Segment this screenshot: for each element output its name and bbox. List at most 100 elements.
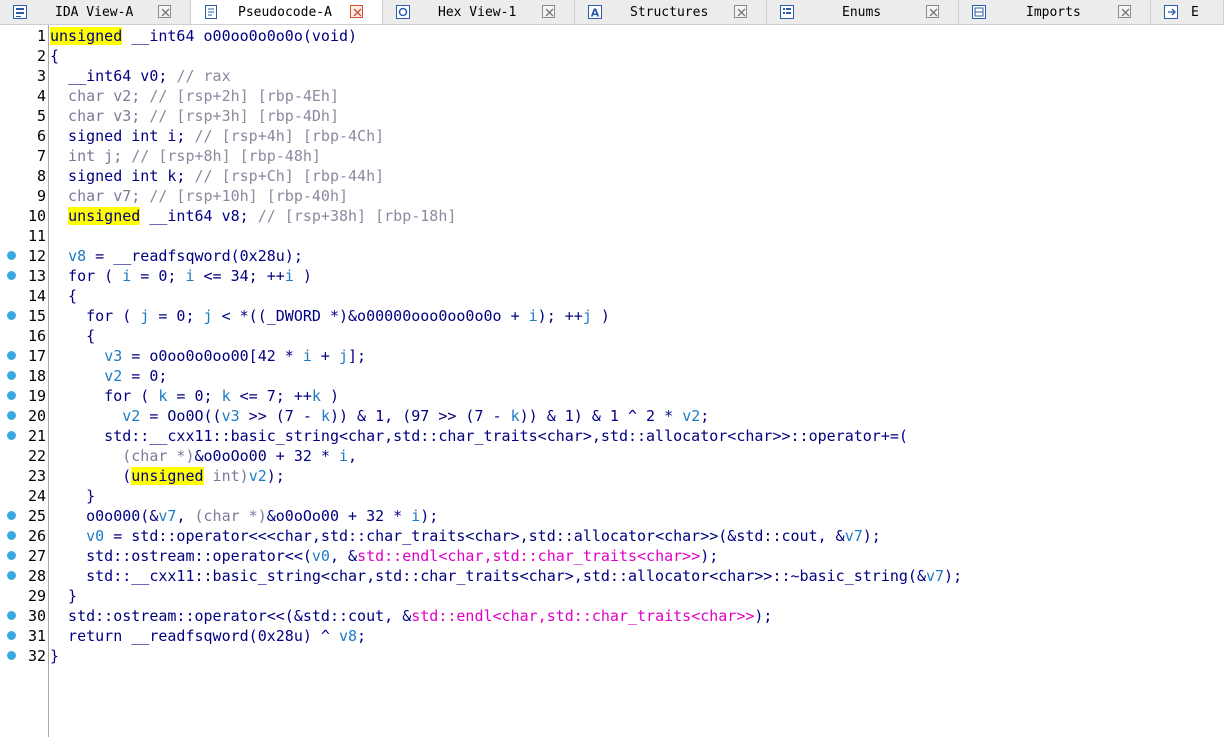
gutter-row[interactable]: 23 — [0, 466, 48, 486]
code-line[interactable]: (char *)&o0oOo00 + 32 * i, — [49, 446, 1224, 466]
gutter-row[interactable]: 32 — [0, 646, 48, 666]
variable-token[interactable]: i — [339, 447, 348, 465]
breakpoint-marker-icon[interactable] — [7, 371, 16, 380]
gutter-row[interactable]: 27 — [0, 546, 48, 566]
variable-token[interactable]: v2 — [104, 367, 122, 385]
gutter-row[interactable]: 1 — [0, 26, 48, 46]
gutter-row[interactable]: 29 — [0, 586, 48, 606]
gutter-row[interactable]: 14 — [0, 286, 48, 306]
gutter-row[interactable]: 9 — [0, 186, 48, 206]
tab-imports[interactable]: Imports — [959, 0, 1151, 24]
breakpoint-marker-icon[interactable] — [7, 651, 16, 660]
variable-token[interactable]: j — [583, 307, 592, 325]
breakpoint-marker-icon[interactable] — [7, 511, 16, 520]
breakpoint-marker-icon[interactable] — [7, 551, 16, 560]
gutter-row[interactable]: 19 — [0, 386, 48, 406]
variable-token[interactable]: i — [303, 347, 312, 365]
close-icon[interactable] — [542, 5, 555, 18]
gutter-row[interactable]: 12 — [0, 246, 48, 266]
variable-token[interactable]: v2 — [122, 407, 140, 425]
code-line[interactable]: char v3; // [rsp+3h] [rbp-4Dh] — [49, 106, 1224, 126]
code-line[interactable]: for ( j = 0; j < *((_DWORD *)&o00000ooo0… — [49, 306, 1224, 326]
close-icon[interactable] — [158, 5, 171, 18]
code-line[interactable]: v8 = __readfsqword(0x28u); — [49, 246, 1224, 266]
highlighted-token[interactable]: unsigned — [131, 467, 204, 485]
code-line[interactable]: return __readfsqword(0x28u) ^ v8; — [49, 626, 1224, 646]
variable-token[interactable]: v2 — [682, 407, 700, 425]
breakpoint-marker-icon[interactable] — [7, 271, 16, 280]
gutter-row[interactable]: 24 — [0, 486, 48, 506]
code-line[interactable]: o0o000(&v7, (char *)&o0oOo00 + 32 * i); — [49, 506, 1224, 526]
variable-token[interactable]: v0 — [86, 527, 104, 545]
gutter-row[interactable]: 4 — [0, 86, 48, 106]
breakpoint-marker-icon[interactable] — [7, 411, 16, 420]
gutter-row[interactable]: 18 — [0, 366, 48, 386]
variable-token[interactable]: v8 — [339, 627, 357, 645]
code-line[interactable]: std::ostream::operator<<(&std::cout, &st… — [49, 606, 1224, 626]
breakpoint-marker-icon[interactable] — [7, 431, 16, 440]
gutter-row[interactable]: 20 — [0, 406, 48, 426]
code-line[interactable]: std::__cxx11::basic_string<char,std::cha… — [49, 426, 1224, 446]
code-line[interactable]: v0 = std::operator<<<char,std::char_trai… — [49, 526, 1224, 546]
gutter-row[interactable]: 26 — [0, 526, 48, 546]
close-icon[interactable] — [350, 5, 363, 18]
code-line[interactable]: for ( i = 0; i <= 34; ++i ) — [49, 266, 1224, 286]
gutter-row[interactable]: 5 — [0, 106, 48, 126]
code-line[interactable]: unsigned __int64 o00oo0o0o0o(void) — [49, 26, 1224, 46]
variable-token[interactable]: j — [204, 307, 213, 325]
breakpoint-marker-icon[interactable] — [7, 351, 16, 360]
code-line[interactable]: char v2; // [rsp+2h] [rbp-4Eh] — [49, 86, 1224, 106]
code-line[interactable]: } — [49, 646, 1224, 666]
gutter-row[interactable]: 16 — [0, 326, 48, 346]
code-line[interactable]: signed int i; // [rsp+4h] [rbp-4Ch] — [49, 126, 1224, 146]
variable-token[interactable]: i — [185, 267, 194, 285]
variable-token[interactable]: i — [529, 307, 538, 325]
close-icon[interactable] — [926, 5, 939, 18]
code-line[interactable]: v3 = o0oo0o0oo00[42 * i + j]; — [49, 346, 1224, 366]
variable-token[interactable]: v7 — [926, 567, 944, 585]
gutter-row[interactable]: 30 — [0, 606, 48, 626]
gutter-row[interactable]: 21 — [0, 426, 48, 446]
breakpoint-marker-icon[interactable] — [7, 311, 16, 320]
breakpoint-marker-icon[interactable] — [7, 631, 16, 640]
gutter-row[interactable]: 8 — [0, 166, 48, 186]
code-line[interactable]: char v7; // [rsp+10h] [rbp-40h] — [49, 186, 1224, 206]
gutter-row[interactable]: 7 — [0, 146, 48, 166]
variable-token[interactable]: i — [285, 267, 294, 285]
pseudocode-editor[interactable]: 1 2 3 4 5 6 7 8 9 10 11 12 13 14 15 16 17 18 19 20 21 22 23 24 2… — [0, 25, 1224, 737]
gutter-row[interactable]: 13 — [0, 266, 48, 286]
code-line[interactable]: v2 = 0; — [49, 366, 1224, 386]
code-line[interactable]: int j; // [rsp+8h] [rbp-48h] — [49, 146, 1224, 166]
gutter-row[interactable]: 11 — [0, 226, 48, 246]
code-line[interactable]: } — [49, 586, 1224, 606]
variable-token[interactable]: v3 — [104, 347, 122, 365]
gutter-row[interactable]: 15 — [0, 306, 48, 326]
variable-token[interactable]: k — [312, 387, 321, 405]
code-line[interactable]: std::ostream::operator<<(v0, &std::endl<… — [49, 546, 1224, 566]
variable-token[interactable]: i — [122, 267, 131, 285]
code-view[interactable]: unsigned __int64 o00oo0o0o0o(void){ __in… — [49, 25, 1224, 737]
tab-hex-view-1[interactable]: Hex View-1 — [383, 0, 575, 24]
variable-token[interactable]: i — [411, 507, 420, 525]
breakpoint-marker-icon[interactable] — [7, 531, 16, 540]
gutter-row[interactable]: 10 — [0, 206, 48, 226]
variable-token[interactable]: v0 — [312, 547, 330, 565]
breakpoint-marker-icon[interactable] — [7, 391, 16, 400]
variable-token[interactable]: j — [140, 307, 149, 325]
variable-token[interactable]: k — [511, 407, 520, 425]
close-icon[interactable] — [734, 5, 747, 18]
gutter-row[interactable]: 6 — [0, 126, 48, 146]
highlighted-token[interactable]: unsigned — [50, 27, 123, 45]
gutter-row[interactable]: 28 — [0, 566, 48, 586]
gutter-row[interactable]: 17 — [0, 346, 48, 366]
variable-token[interactable]: v8 — [68, 247, 86, 265]
breakpoint-marker-icon[interactable] — [7, 571, 16, 580]
code-line[interactable]: (unsigned int)v2); — [49, 466, 1224, 486]
tab-enums[interactable]: Enums — [767, 0, 959, 24]
tab-e[interactable]: E — [1151, 0, 1224, 24]
highlighted-token[interactable]: unsigned — [68, 207, 141, 225]
variable-token[interactable]: k — [222, 387, 231, 405]
code-line[interactable]: std::__cxx11::basic_string<char,std::cha… — [49, 566, 1224, 586]
line-number-gutter[interactable]: 1 2 3 4 5 6 7 8 9 10 11 12 13 14 15 16 17 18 19 20 21 22 23 24 2… — [0, 25, 49, 737]
code-line[interactable]: } — [49, 486, 1224, 506]
